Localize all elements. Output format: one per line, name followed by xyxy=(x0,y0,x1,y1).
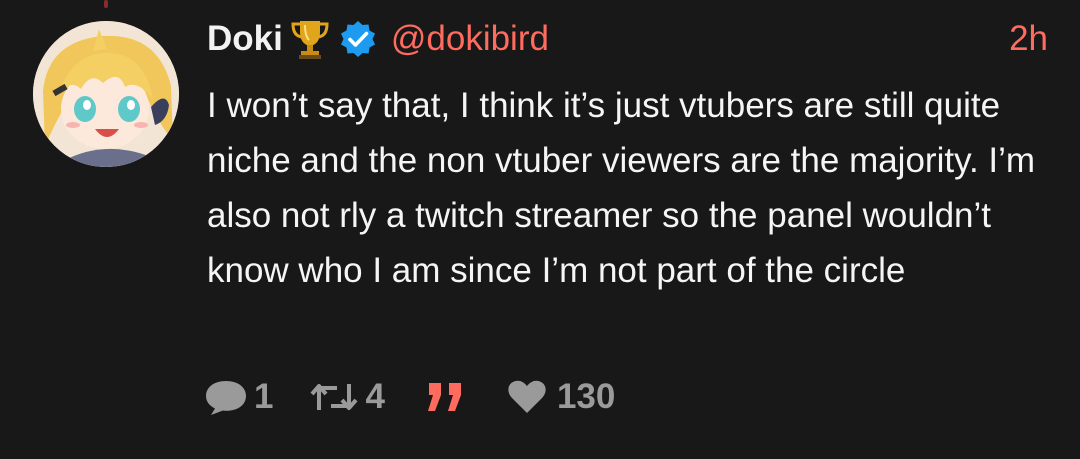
thread-connector xyxy=(104,0,108,8)
quote-icon xyxy=(423,379,467,415)
verified-badge-icon xyxy=(339,20,377,58)
display-name[interactable]: Doki xyxy=(207,19,283,59)
trophy-icon xyxy=(291,18,329,60)
heart-icon xyxy=(507,379,547,415)
like-count: 130 xyxy=(556,377,616,416)
avatar-image xyxy=(33,21,179,167)
tweet-actions: 1 4 130 xyxy=(204,372,615,422)
reply-button[interactable]: 1 xyxy=(204,377,273,417)
quote-button[interactable] xyxy=(423,379,467,415)
tweet-card[interactable]: Doki @dokibird 2h I won’t say that, I th… xyxy=(0,0,1080,459)
reply-count: 1 xyxy=(254,377,274,416)
retweet-icon xyxy=(309,380,359,414)
retweet-count: 4 xyxy=(365,377,385,416)
avatar[interactable] xyxy=(33,21,179,167)
reply-icon xyxy=(204,377,248,417)
tweet-text: I won’t say that, I think it’s just vtub… xyxy=(207,86,1036,290)
like-button[interactable]: 130 xyxy=(507,377,615,417)
retweet-button[interactable]: 4 xyxy=(309,377,385,417)
tweet-header: Doki @dokibird xyxy=(207,14,549,64)
timestamp[interactable]: 2h xyxy=(1009,14,1048,64)
user-handle[interactable]: @dokibird xyxy=(391,19,549,59)
